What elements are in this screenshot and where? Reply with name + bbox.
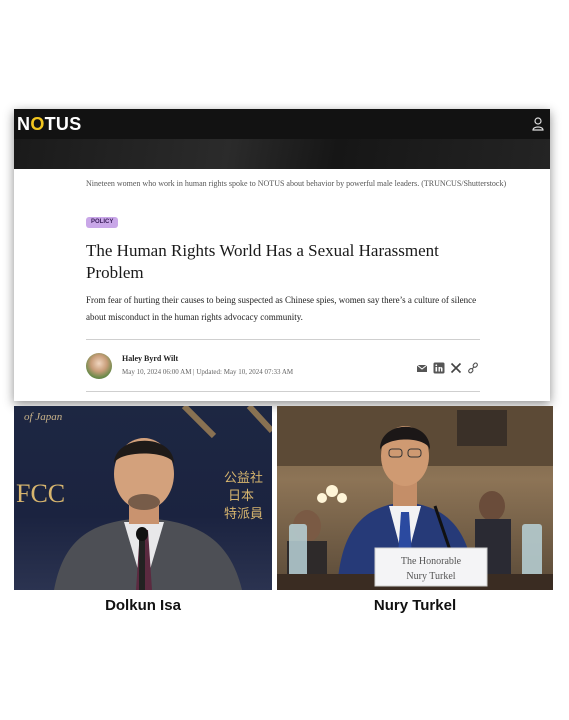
linkedin-icon[interactable] <box>433 361 445 374</box>
user-account-icon[interactable] <box>532 117 544 131</box>
email-icon[interactable] <box>416 361 428 373</box>
article-screenshot: NOTUS Nineteen women who work in human r… <box>14 109 550 401</box>
author-name[interactable]: Haley Byrd Wilt <box>122 354 178 363</box>
author-avatar[interactable] <box>86 353 112 379</box>
nury-turkel-photo-illustration: The Honorable Nury Turkel <box>277 406 553 590</box>
hero-image-strip <box>14 139 550 169</box>
backdrop-text: 特派員 <box>224 507 263 522</box>
x-icon[interactable] <box>450 361 462 374</box>
photo-caption-nury-turkel: Nury Turkel <box>373 597 457 614</box>
link-icon[interactable] <box>467 361 479 374</box>
photo-nury-turkel: The Honorable Nury Turkel <box>277 406 553 590</box>
article-headline: The Human Rights World Has a Sexual Hara… <box>86 241 439 282</box>
backdrop-text: of Japan <box>24 411 63 423</box>
article-dek: From fear of hurting their causes to bei… <box>86 295 477 322</box>
photo-dolkun-isa: of Japan FCC 公益社 日本 特派員 <box>14 406 272 590</box>
dolkun-isa-photo-illustration: of Japan FCC 公益社 日本 特派員 <box>16 406 272 590</box>
image-caption: Nineteen women who work in human rights … <box>86 179 507 188</box>
divider <box>86 391 480 392</box>
category-tag[interactable]: POLICY <box>86 217 119 228</box>
backdrop-text: 日本 <box>228 489 254 504</box>
backdrop-text: 公益社 <box>224 470 263 486</box>
divider <box>86 339 480 340</box>
placard-line: The Honorable <box>401 556 462 567</box>
backdrop-text: FCC <box>16 479 65 508</box>
share-bar <box>416 361 479 374</box>
publish-dates: May 10, 2024 06:00 AM | Updated: May 10,… <box>122 368 294 376</box>
notus-logo[interactable]: NOTUS <box>17 114 82 135</box>
photo-caption-dolkun-isa: Dolkun Isa <box>105 597 181 614</box>
placard-line: Nury Turkel <box>406 571 455 582</box>
site-header: NOTUS <box>14 109 550 139</box>
